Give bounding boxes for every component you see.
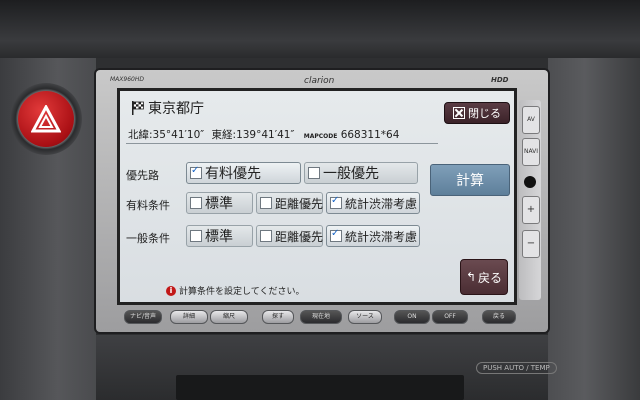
option-label: 一般優先: [323, 166, 379, 182]
climate-display: [176, 375, 464, 400]
checkbox: [190, 197, 202, 209]
back-button[interactable]: ↰ 戻る: [460, 259, 508, 295]
hw-button-detail[interactable]: 詳細: [170, 310, 208, 324]
option-toll-standard[interactable]: 標準: [186, 192, 253, 214]
sensor-dot: [524, 176, 536, 188]
hazard-button[interactable]: [18, 91, 74, 147]
checkbox: [260, 197, 272, 209]
navigation-screen: 東京都庁 閉じる 北緯:35°41′10″ 東経:139°41′41″ MAPC…: [117, 88, 517, 305]
model-name: MAX960HD: [110, 76, 144, 83]
option-general-standard[interactable]: 標準: [186, 225, 253, 247]
mapcode-value: 668311*64: [340, 129, 400, 141]
coordinates: 北緯:35°41′10″ 東経:139°41′41″ MAPCODE 66831…: [128, 127, 399, 142]
row-label-general-conditions: 一般条件: [126, 232, 170, 245]
hw-button-current-location[interactable]: 現在地: [300, 310, 342, 324]
navi-button[interactable]: NAVI: [522, 138, 540, 166]
option-label: 統計渋滞考慮: [345, 196, 418, 211]
hw-button-search[interactable]: 探す: [262, 310, 294, 324]
latitude: 北緯:35°41′10″: [128, 129, 205, 141]
checkbox: [308, 167, 320, 179]
status-message: i 計算条件を設定してください。: [166, 284, 304, 297]
hw-button-navi-voice[interactable]: ナビ/音声: [124, 310, 162, 324]
dashboard-right-panel: [548, 58, 640, 400]
brand-logo: clarion: [304, 76, 335, 86]
destination-title: 東京都庁: [148, 101, 204, 117]
dashboard-top: [0, 0, 640, 58]
hdd-logo: HDD: [491, 76, 509, 84]
checkbox: [260, 230, 272, 242]
mapcode-label: MAPCODE: [303, 133, 338, 140]
volume-up-button[interactable]: +: [522, 196, 540, 224]
option-label: 距離優先: [275, 196, 324, 211]
back-arrow-icon: ↰: [465, 270, 477, 284]
option-general-traffic-stats[interactable]: 統計渋滞考慮: [326, 225, 420, 247]
close-button-label: 閉じる: [468, 107, 501, 120]
hazard-triangle-icon: [31, 105, 61, 133]
longitude: 東経:139°41′41″: [211, 129, 295, 141]
hw-button-scale[interactable]: 縮尺: [210, 310, 248, 324]
climate-push-label: PUSH AUTO / TEMP: [476, 362, 557, 374]
checkbox-checked: [190, 165, 202, 179]
checkered-flag-icon: [132, 101, 144, 115]
option-label: 統計渋滞考慮: [345, 229, 418, 244]
hw-button-return[interactable]: 戻る: [482, 310, 516, 324]
row-label-toll-conditions: 有料条件: [126, 199, 170, 212]
volume-down-button[interactable]: −: [522, 230, 540, 258]
row-label-priority-road: 優先路: [126, 169, 159, 182]
option-toll-distance[interactable]: 距離優先: [256, 192, 323, 214]
option-toll-priority[interactable]: 有料優先: [186, 162, 301, 184]
option-general-distance[interactable]: 距離優先: [256, 225, 323, 247]
option-label: 距離優先: [275, 229, 324, 244]
calculate-button[interactable]: 計算: [430, 164, 510, 196]
hw-button-on[interactable]: ON: [394, 310, 430, 324]
option-label: 標準: [205, 229, 233, 245]
hw-button-source[interactable]: ソース: [348, 310, 382, 324]
hw-button-off[interactable]: OFF: [432, 310, 468, 324]
checkbox-checked: [330, 228, 342, 242]
option-toll-traffic-stats[interactable]: 統計渋滞考慮: [326, 192, 420, 214]
checkbox: [190, 230, 202, 242]
close-icon: [453, 107, 465, 119]
option-general-priority[interactable]: 一般優先: [304, 162, 418, 184]
info-icon: i: [166, 285, 176, 296]
option-label: 標準: [205, 196, 233, 212]
back-button-label: 戻る: [478, 270, 503, 285]
close-button[interactable]: 閉じる: [444, 102, 510, 124]
option-label: 有料優先: [205, 166, 261, 182]
divider: [126, 143, 438, 144]
checkbox-checked: [330, 195, 342, 209]
status-message-text: 計算条件を設定してください。: [179, 287, 305, 297]
av-button[interactable]: AV: [522, 106, 540, 134]
